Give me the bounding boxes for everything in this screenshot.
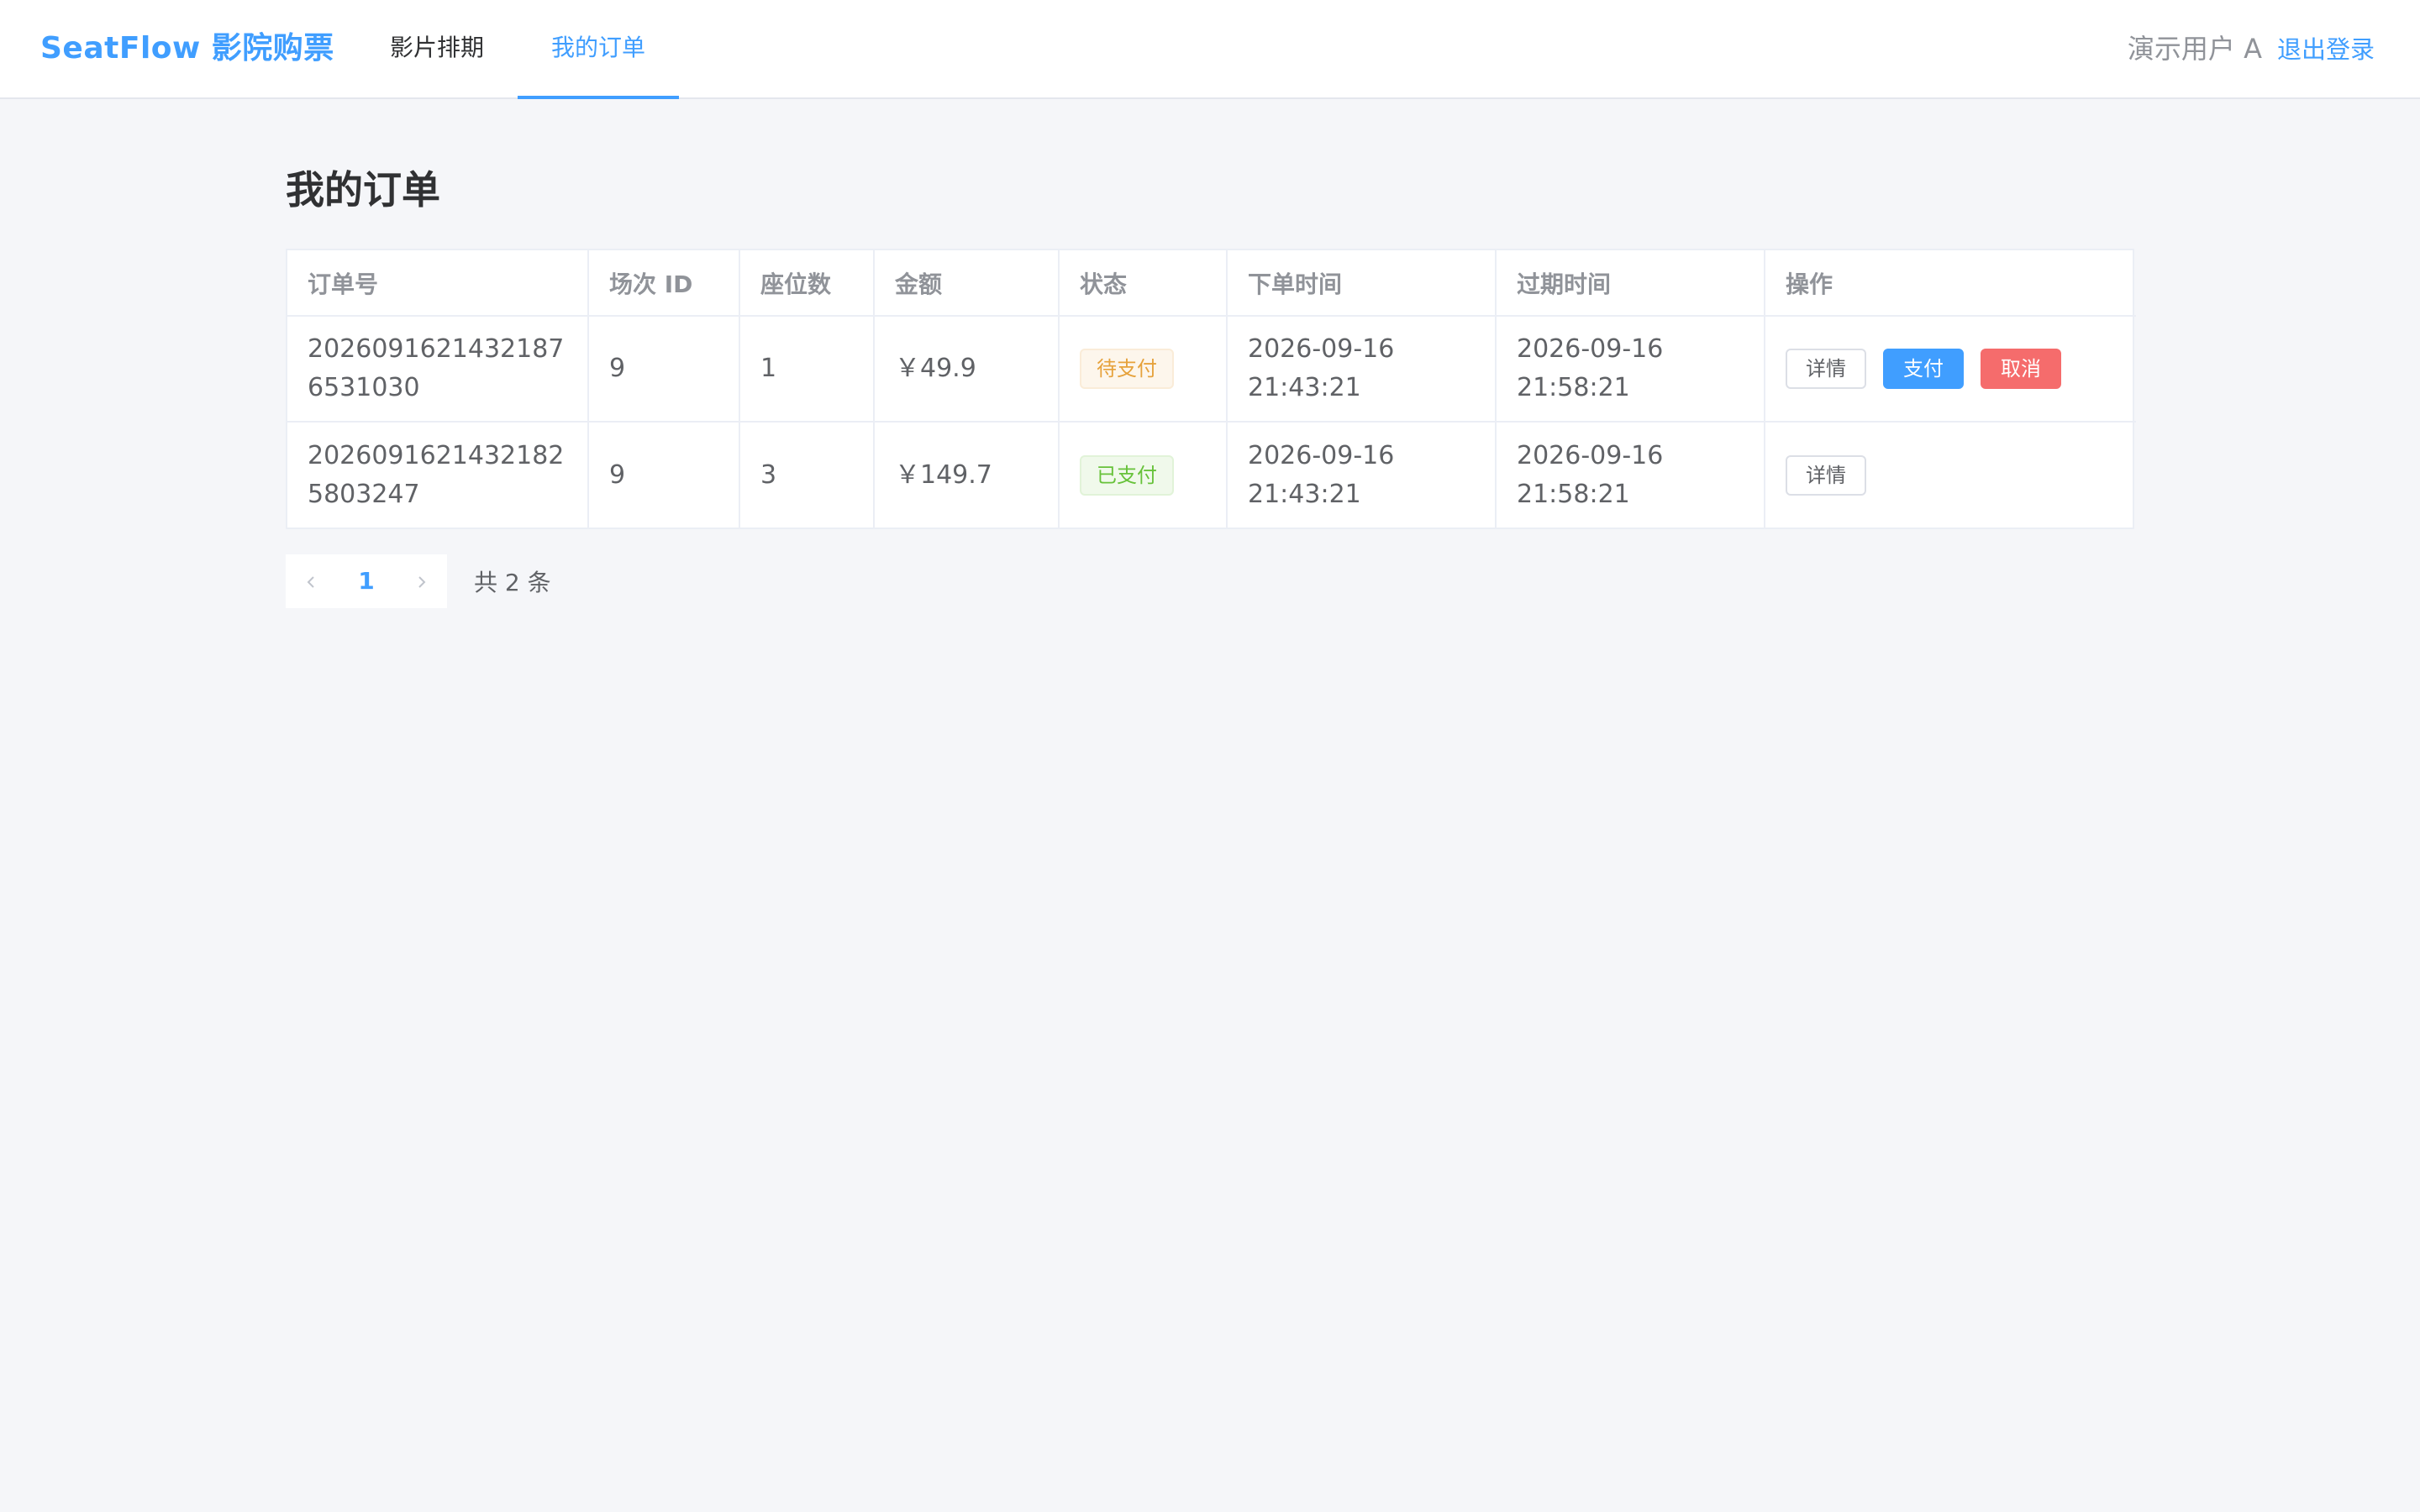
column-header-expire-time: 过期时间 — [1496, 250, 1765, 317]
status-badge-paid: 已支付 — [1080, 454, 1174, 496]
expire-time-cell: 2026-09-16 21:58:21 — [1496, 422, 1765, 528]
pagination-controls: 1 — [286, 554, 447, 608]
seats-cell: 1 — [739, 316, 875, 423]
table-row: 20260916214321876531030 9 1 ￥49.9 待支付 20… — [287, 316, 2136, 423]
pay-button[interactable]: 支付 — [1883, 349, 1964, 389]
detail-button[interactable]: 详情 — [1786, 454, 1866, 496]
pagination-page-current[interactable]: 1 — [336, 554, 397, 608]
created-time-cell: 2026-09-16 21:43:21 — [1227, 316, 1497, 423]
table-row: 20260916214321825803247 9 3 ￥149.7 已支付 2… — [287, 422, 2136, 528]
actions-cell: 详情 — [1765, 422, 2136, 528]
column-header-created-time: 下单时间 — [1227, 250, 1497, 317]
amount-cell: ￥49.9 — [874, 316, 1060, 423]
page-title: 我的订单 — [286, 167, 440, 213]
column-header-status: 状态 — [1059, 250, 1228, 317]
chevron-right-icon[interactable] — [397, 554, 447, 608]
session-id-cell: 9 — [588, 422, 740, 528]
column-header-session-id: 场次 ID — [588, 250, 740, 317]
seats-cell: 3 — [739, 422, 875, 528]
main-nav: 影片排期 我的订单 — [356, 0, 2102, 99]
column-header-seats: 座位数 — [739, 250, 875, 317]
current-user-name: 演示用户 A — [2127, 33, 2262, 65]
logout-link[interactable]: 退出登录 — [2277, 0, 2375, 97]
top-header: SeatFlow 影院购票 影片排期 我的订单 演示用户 A 退出登录 — [0, 0, 2420, 99]
orders-table: 订单号 场次 ID 座位数 金额 状态 下单时间 过期时间 操作 2026091… — [286, 249, 2136, 529]
tab-movie-schedule[interactable]: 影片排期 — [356, 0, 518, 99]
session-id-cell: 9 — [588, 316, 740, 423]
chevron-left-icon[interactable] — [286, 554, 336, 608]
column-header-order-no: 订单号 — [287, 250, 589, 317]
detail-button[interactable]: 详情 — [1786, 349, 1866, 389]
status-cell: 已支付 — [1059, 422, 1228, 528]
cancel-order-button[interactable]: 取消 — [1981, 349, 2061, 389]
status-badge-pending: 待支付 — [1080, 349, 1174, 389]
column-header-actions: 操作 — [1765, 250, 2136, 317]
table-header-row: 订单号 场次 ID 座位数 金额 状态 下单时间 过期时间 操作 — [287, 250, 2136, 317]
status-cell: 待支付 — [1059, 316, 1228, 423]
tab-my-orders[interactable]: 我的订单 — [518, 0, 679, 99]
created-time-cell: 2026-09-16 21:43:21 — [1227, 422, 1497, 528]
brand-logo[interactable]: SeatFlow 影院购票 — [40, 0, 334, 97]
order-no-cell: 20260916214321825803247 — [287, 422, 589, 528]
column-header-amount: 金额 — [874, 250, 1060, 317]
expire-time-cell: 2026-09-16 21:58:21 — [1496, 316, 1765, 423]
order-no-cell: 20260916214321876531030 — [287, 316, 589, 423]
amount-cell: ￥149.7 — [874, 422, 1060, 528]
pagination: 1 共 2 条 — [286, 554, 551, 608]
pagination-total: 共 2 条 — [474, 569, 551, 596]
actions-cell: 详情 支付 取消 — [1765, 316, 2136, 423]
